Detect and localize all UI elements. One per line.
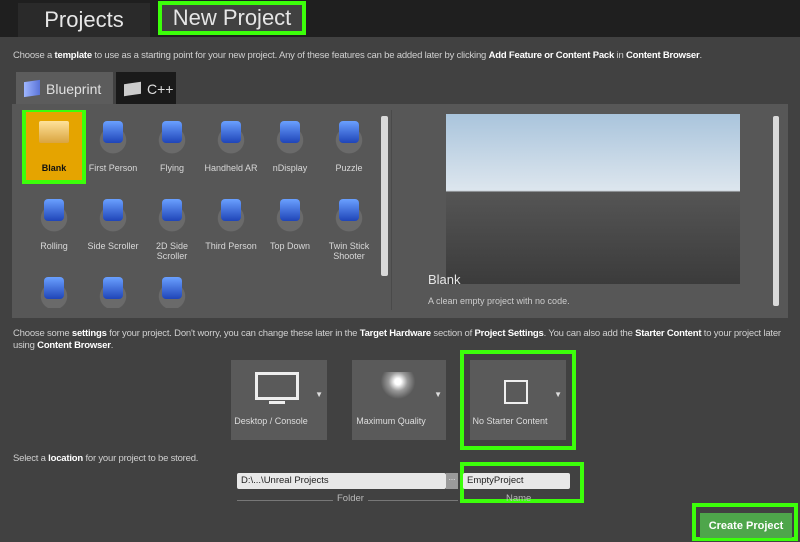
tab-blueprint[interactable]: Blueprint [16, 72, 113, 105]
tab-cpp[interactable]: C++ [116, 72, 176, 105]
name-input[interactable]: EmptyProject [463, 473, 570, 489]
template-icon [270, 115, 310, 157]
cpp-icon [124, 81, 141, 96]
quality-button[interactable]: Maximum Quality ▼ [352, 360, 446, 440]
chevron-down-icon: ▼ [554, 390, 562, 399]
divider [391, 110, 392, 310]
template-side-scroller[interactable]: Side Scroller [84, 189, 142, 259]
template-label: First Person [88, 163, 138, 173]
location-intro: Select a location for your project to be… [13, 453, 199, 464]
template-icon [329, 193, 369, 235]
setting-label: Desktop / Console [234, 416, 308, 426]
box-icon [494, 372, 538, 404]
template-puzzle[interactable]: Puzzle [320, 111, 378, 181]
template-label: Rolling [40, 241, 68, 251]
template-intro: Choose a template to use as a starting p… [13, 50, 702, 61]
folder-input[interactable]: D:\...\Unreal Projects [237, 473, 446, 489]
template-top-down[interactable]: Top Down [261, 189, 319, 259]
template-icon [93, 193, 133, 235]
template-blank[interactable]: Blank [22, 110, 86, 184]
template-item-12[interactable] [25, 267, 83, 308]
template-first-person[interactable]: First Person [84, 111, 142, 181]
template-icon [152, 271, 192, 308]
name-label: Name [506, 493, 532, 504]
template-flying[interactable]: Flying [143, 111, 201, 181]
starter-content-button[interactable]: No Starter Content ▼ [460, 350, 576, 450]
template-icon [152, 193, 192, 235]
template-icon [34, 115, 74, 157]
monitor-icon [255, 372, 299, 404]
template-2d-side-scroller[interactable]: 2D Side Scroller [143, 189, 201, 261]
template-item-14[interactable] [143, 267, 201, 308]
create-project-button[interactable]: Create Project [700, 513, 792, 538]
template-label: Top Down [269, 241, 311, 251]
tab-label: Blueprint [46, 80, 102, 97]
template-preview-image [446, 114, 740, 284]
chevron-down-icon: ▼ [315, 390, 323, 399]
template-scrollbar[interactable] [381, 116, 388, 276]
template-label: Flying [159, 163, 184, 173]
tab-label: C++ [147, 80, 174, 97]
template-label: Blank [41, 163, 67, 173]
template-label: Twin Stick Shooter [328, 241, 370, 261]
template-label: Third Person [205, 241, 257, 251]
template-item-13[interactable] [84, 267, 142, 308]
preview-description: A clean empty project with no code. [428, 296, 570, 306]
template-label: Puzzle [335, 163, 363, 173]
template-label: Side Scroller [87, 241, 139, 251]
template-icon [211, 115, 251, 157]
template-icon [34, 193, 74, 235]
preview-title: Blank [428, 272, 461, 287]
preview-scrollbar[interactable] [773, 116, 779, 306]
chevron-down-icon: ▼ [434, 390, 442, 399]
template-handheld-ar[interactable]: Handheld AR [202, 111, 260, 181]
folder-label: Folder [333, 493, 368, 504]
blueprint-icon [24, 79, 40, 98]
template-icon [211, 193, 251, 235]
template-ndisplay[interactable]: nDisplay [261, 111, 319, 181]
settings-intro: Choose some settings for your project. D… [13, 328, 781, 351]
tab-projects[interactable]: Projects [18, 3, 150, 37]
template-label: 2D Side Scroller [155, 241, 189, 261]
template-rolling[interactable]: Rolling [25, 189, 83, 259]
template-icon [270, 193, 310, 235]
template-icon [93, 115, 133, 157]
tab-new-project[interactable]: New Project [158, 1, 306, 35]
template-label: Handheld AR [204, 163, 258, 173]
template-label: nDisplay [272, 163, 308, 173]
template-icon [152, 115, 192, 157]
template-icon [34, 271, 74, 308]
setting-label: No Starter Content [472, 416, 548, 426]
setting-label: Maximum Quality [356, 416, 426, 426]
browse-folder-button[interactable]: ... [446, 473, 458, 489]
template-third-person[interactable]: Third Person [202, 189, 260, 259]
hardware-target-button[interactable]: Desktop / Console ▼ [231, 360, 327, 440]
quality-icon [376, 372, 420, 404]
template-icon [329, 115, 369, 157]
template-icon [93, 271, 133, 308]
template-grid: Blank First Person Flying Handheld AR nDispl… [14, 110, 380, 308]
template-twin-stick-shooter[interactable]: Twin Stick Shooter [320, 189, 378, 261]
